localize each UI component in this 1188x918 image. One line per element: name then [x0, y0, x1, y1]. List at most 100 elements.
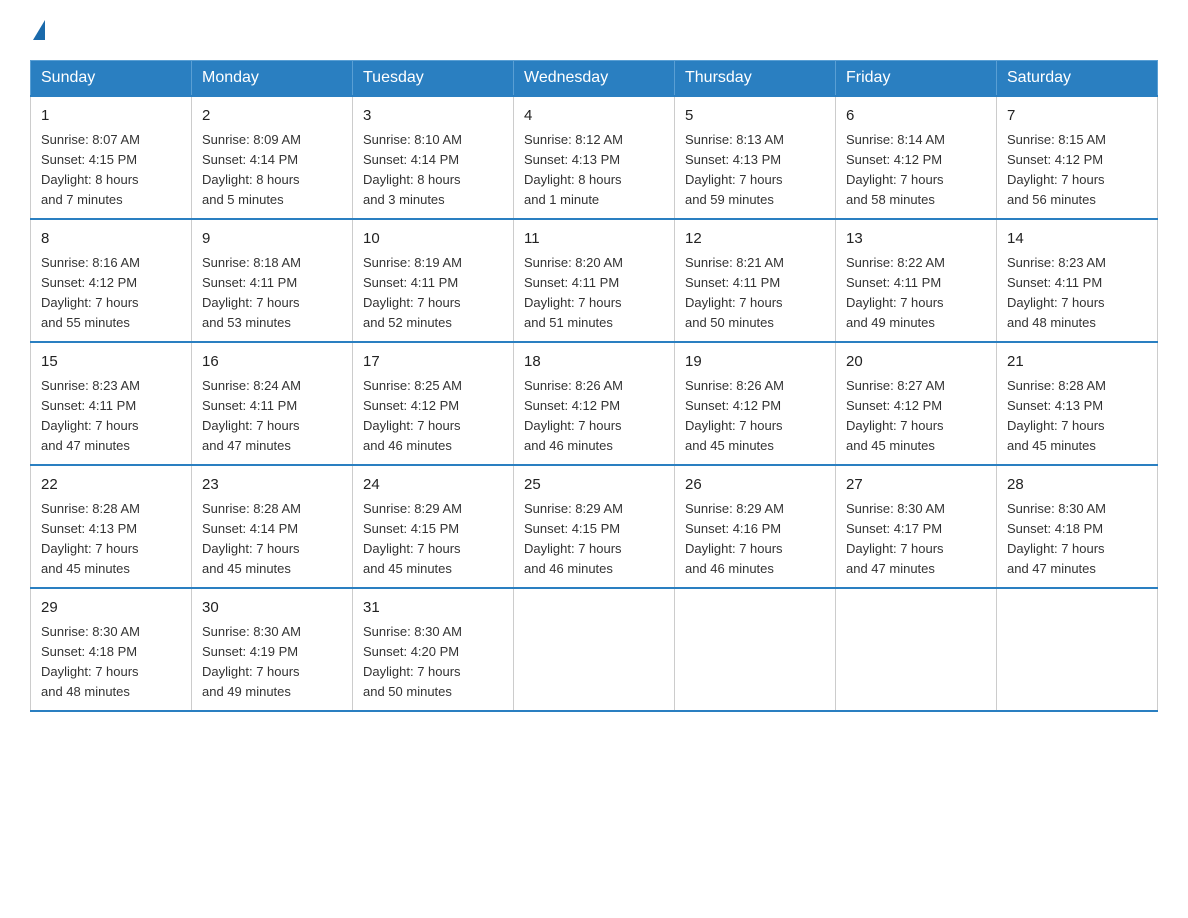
calendar-cell: 24Sunrise: 8:29 AMSunset: 4:15 PMDayligh…: [353, 465, 514, 588]
calendar-cell: 2Sunrise: 8:09 AMSunset: 4:14 PMDaylight…: [192, 96, 353, 219]
calendar-cell: 4Sunrise: 8:12 AMSunset: 4:13 PMDaylight…: [514, 96, 675, 219]
calendar-week-5: 29Sunrise: 8:30 AMSunset: 4:18 PMDayligh…: [31, 588, 1158, 711]
day-info: Sunrise: 8:28 AMSunset: 4:13 PMDaylight:…: [1007, 376, 1147, 457]
day-info: Sunrise: 8:28 AMSunset: 4:14 PMDaylight:…: [202, 499, 342, 580]
logo-triangle-icon: [33, 20, 45, 40]
day-number: 12: [685, 228, 825, 251]
day-number: 8: [41, 228, 181, 251]
calendar-cell: 28Sunrise: 8:30 AMSunset: 4:18 PMDayligh…: [997, 465, 1158, 588]
day-number: 24: [363, 474, 503, 497]
weekday-header-wednesday: Wednesday: [514, 61, 675, 97]
day-number: 31: [363, 597, 503, 620]
day-info: Sunrise: 8:30 AMSunset: 4:20 PMDaylight:…: [363, 622, 503, 703]
calendar-cell: 25Sunrise: 8:29 AMSunset: 4:15 PMDayligh…: [514, 465, 675, 588]
day-info: Sunrise: 8:30 AMSunset: 4:18 PMDaylight:…: [41, 622, 181, 703]
calendar-cell: 3Sunrise: 8:10 AMSunset: 4:14 PMDaylight…: [353, 96, 514, 219]
day-info: Sunrise: 8:10 AMSunset: 4:14 PMDaylight:…: [363, 130, 503, 211]
calendar-cell: 15Sunrise: 8:23 AMSunset: 4:11 PMDayligh…: [31, 342, 192, 465]
day-number: 10: [363, 228, 503, 251]
day-info: Sunrise: 8:18 AMSunset: 4:11 PMDaylight:…: [202, 253, 342, 334]
weekday-header-tuesday: Tuesday: [353, 61, 514, 97]
day-number: 27: [846, 474, 986, 497]
day-number: 17: [363, 351, 503, 374]
day-number: 7: [1007, 105, 1147, 128]
day-number: 23: [202, 474, 342, 497]
calendar-cell: 26Sunrise: 8:29 AMSunset: 4:16 PMDayligh…: [675, 465, 836, 588]
calendar-cell: 30Sunrise: 8:30 AMSunset: 4:19 PMDayligh…: [192, 588, 353, 711]
day-info: Sunrise: 8:30 AMSunset: 4:18 PMDaylight:…: [1007, 499, 1147, 580]
day-info: Sunrise: 8:29 AMSunset: 4:15 PMDaylight:…: [524, 499, 664, 580]
day-number: 30: [202, 597, 342, 620]
day-info: Sunrise: 8:19 AMSunset: 4:11 PMDaylight:…: [363, 253, 503, 334]
calendar-cell: [514, 588, 675, 711]
day-info: Sunrise: 8:23 AMSunset: 4:11 PMDaylight:…: [41, 376, 181, 457]
calendar-table: SundayMondayTuesdayWednesdayThursdayFrid…: [30, 60, 1158, 712]
calendar-cell: 14Sunrise: 8:23 AMSunset: 4:11 PMDayligh…: [997, 219, 1158, 342]
calendar-cell: 10Sunrise: 8:19 AMSunset: 4:11 PMDayligh…: [353, 219, 514, 342]
day-info: Sunrise: 8:12 AMSunset: 4:13 PMDaylight:…: [524, 130, 664, 211]
logo: [30, 20, 45, 40]
day-info: Sunrise: 8:22 AMSunset: 4:11 PMDaylight:…: [846, 253, 986, 334]
calendar-cell: 9Sunrise: 8:18 AMSunset: 4:11 PMDaylight…: [192, 219, 353, 342]
calendar-cell: 17Sunrise: 8:25 AMSunset: 4:12 PMDayligh…: [353, 342, 514, 465]
day-number: 16: [202, 351, 342, 374]
day-number: 1: [41, 105, 181, 128]
day-number: 5: [685, 105, 825, 128]
day-number: 3: [363, 105, 503, 128]
day-number: 4: [524, 105, 664, 128]
day-number: 21: [1007, 351, 1147, 374]
calendar-cell: 22Sunrise: 8:28 AMSunset: 4:13 PMDayligh…: [31, 465, 192, 588]
calendar-cell: 31Sunrise: 8:30 AMSunset: 4:20 PMDayligh…: [353, 588, 514, 711]
day-info: Sunrise: 8:29 AMSunset: 4:16 PMDaylight:…: [685, 499, 825, 580]
calendar-cell: 16Sunrise: 8:24 AMSunset: 4:11 PMDayligh…: [192, 342, 353, 465]
day-number: 20: [846, 351, 986, 374]
calendar-cell: [997, 588, 1158, 711]
calendar-cell: 29Sunrise: 8:30 AMSunset: 4:18 PMDayligh…: [31, 588, 192, 711]
day-number: 14: [1007, 228, 1147, 251]
day-info: Sunrise: 8:13 AMSunset: 4:13 PMDaylight:…: [685, 130, 825, 211]
page-header: [30, 20, 1158, 40]
calendar-cell: 13Sunrise: 8:22 AMSunset: 4:11 PMDayligh…: [836, 219, 997, 342]
day-number: 19: [685, 351, 825, 374]
calendar-week-2: 8Sunrise: 8:16 AMSunset: 4:12 PMDaylight…: [31, 219, 1158, 342]
calendar-cell: 1Sunrise: 8:07 AMSunset: 4:15 PMDaylight…: [31, 96, 192, 219]
calendar-week-3: 15Sunrise: 8:23 AMSunset: 4:11 PMDayligh…: [31, 342, 1158, 465]
calendar-cell: [836, 588, 997, 711]
day-number: 22: [41, 474, 181, 497]
calendar-cell: 5Sunrise: 8:13 AMSunset: 4:13 PMDaylight…: [675, 96, 836, 219]
day-number: 9: [202, 228, 342, 251]
day-number: 11: [524, 228, 664, 251]
weekday-header-monday: Monday: [192, 61, 353, 97]
calendar-cell: 19Sunrise: 8:26 AMSunset: 4:12 PMDayligh…: [675, 342, 836, 465]
calendar-cell: 23Sunrise: 8:28 AMSunset: 4:14 PMDayligh…: [192, 465, 353, 588]
calendar-header-row: SundayMondayTuesdayWednesdayThursdayFrid…: [31, 61, 1158, 97]
calendar-cell: 8Sunrise: 8:16 AMSunset: 4:12 PMDaylight…: [31, 219, 192, 342]
day-info: Sunrise: 8:23 AMSunset: 4:11 PMDaylight:…: [1007, 253, 1147, 334]
day-number: 2: [202, 105, 342, 128]
day-number: 18: [524, 351, 664, 374]
day-info: Sunrise: 8:30 AMSunset: 4:19 PMDaylight:…: [202, 622, 342, 703]
day-number: 28: [1007, 474, 1147, 497]
weekday-header-saturday: Saturday: [997, 61, 1158, 97]
calendar-cell: 7Sunrise: 8:15 AMSunset: 4:12 PMDaylight…: [997, 96, 1158, 219]
day-info: Sunrise: 8:26 AMSunset: 4:12 PMDaylight:…: [685, 376, 825, 457]
day-info: Sunrise: 8:16 AMSunset: 4:12 PMDaylight:…: [41, 253, 181, 334]
day-info: Sunrise: 8:26 AMSunset: 4:12 PMDaylight:…: [524, 376, 664, 457]
day-info: Sunrise: 8:15 AMSunset: 4:12 PMDaylight:…: [1007, 130, 1147, 211]
weekday-header-friday: Friday: [836, 61, 997, 97]
day-info: Sunrise: 8:09 AMSunset: 4:14 PMDaylight:…: [202, 130, 342, 211]
weekday-header-sunday: Sunday: [31, 61, 192, 97]
calendar-week-1: 1Sunrise: 8:07 AMSunset: 4:15 PMDaylight…: [31, 96, 1158, 219]
day-number: 25: [524, 474, 664, 497]
calendar-cell: 11Sunrise: 8:20 AMSunset: 4:11 PMDayligh…: [514, 219, 675, 342]
weekday-header-thursday: Thursday: [675, 61, 836, 97]
day-number: 29: [41, 597, 181, 620]
calendar-cell: 6Sunrise: 8:14 AMSunset: 4:12 PMDaylight…: [836, 96, 997, 219]
day-info: Sunrise: 8:24 AMSunset: 4:11 PMDaylight:…: [202, 376, 342, 457]
calendar-cell: [675, 588, 836, 711]
calendar-week-4: 22Sunrise: 8:28 AMSunset: 4:13 PMDayligh…: [31, 465, 1158, 588]
day-info: Sunrise: 8:07 AMSunset: 4:15 PMDaylight:…: [41, 130, 181, 211]
calendar-cell: 21Sunrise: 8:28 AMSunset: 4:13 PMDayligh…: [997, 342, 1158, 465]
calendar-cell: 20Sunrise: 8:27 AMSunset: 4:12 PMDayligh…: [836, 342, 997, 465]
day-info: Sunrise: 8:25 AMSunset: 4:12 PMDaylight:…: [363, 376, 503, 457]
